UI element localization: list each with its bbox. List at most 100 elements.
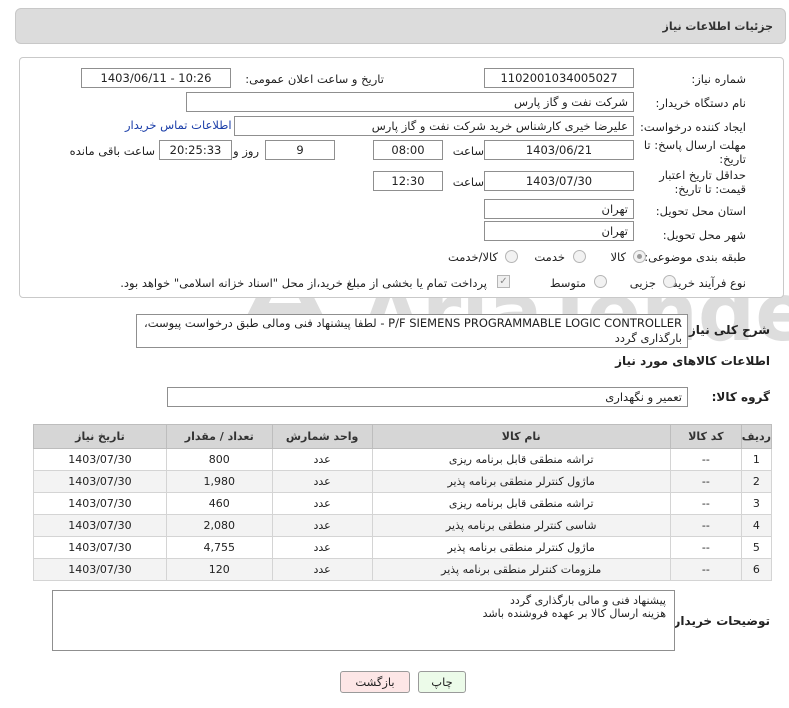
days-label: روز و xyxy=(233,144,259,158)
reply-time-label: ساعت xyxy=(452,144,484,158)
price-date-field: 1403/07/30 xyxy=(484,171,634,191)
buyer-notes-line-2: هزینه ارسال کالا بر عهده فروشنده باشد xyxy=(482,607,666,620)
category-option-service: خدمت xyxy=(534,250,565,264)
cell-quantity: 460 xyxy=(165,492,273,515)
table-row: 1 -- تراشه منطقی قابل برنامه ریزی عدد 80… xyxy=(33,448,773,471)
col-header-quantity: تعداد / مقدار xyxy=(165,424,273,449)
province-label: استان محل تحویل: xyxy=(655,204,746,218)
cell-date: 1403/07/30 xyxy=(33,514,167,537)
cell-code: -- xyxy=(669,558,742,581)
cell-date: 1403/07/30 xyxy=(33,492,167,515)
process-radio-medium[interactable] xyxy=(594,275,607,288)
buyer-org-label: نام دستگاه خریدار: xyxy=(655,96,746,110)
buyer-notes-line-1: پیشنهاد فنی و مالی بارگذاری گردد xyxy=(510,594,666,607)
announce-field: 1403/06/11 - 10:26 xyxy=(81,68,231,88)
goods-group-label: گروه کالا: xyxy=(711,390,770,404)
cell-date: 1403/07/30 xyxy=(33,558,167,581)
cell-row-number: 2 xyxy=(740,470,773,493)
category-label: طبقه بندی موضوعی: xyxy=(644,250,746,264)
province-field: تهران xyxy=(484,199,634,219)
col-header-name: نام کالا xyxy=(371,424,671,449)
table-row: 4 -- شاسی کنترلر منطقی برنامه پذیر عدد 2… xyxy=(33,514,773,537)
col-header-date: تاریخ نیاز xyxy=(33,424,167,449)
print-button[interactable]: چاپ xyxy=(418,671,466,693)
process-label: نوع فرآیند خرید : xyxy=(664,276,746,290)
treasury-payment-note: پرداخت تمام یا بخشی از مبلغ خرید،از محل … xyxy=(120,276,487,290)
cell-row-number: 3 xyxy=(740,492,773,515)
cell-unit: عدد xyxy=(271,470,373,493)
price-time-label: ساعت xyxy=(452,175,484,189)
need-number-field: 1102001034005027 xyxy=(484,68,634,88)
cell-row-number: 6 xyxy=(740,558,773,581)
cell-name: شاسی کنترلر منطقی برنامه پذیر xyxy=(371,514,671,537)
cell-name: تراشه منطقی قابل برنامه ریزی xyxy=(371,448,671,471)
category-radio-goods[interactable] xyxy=(633,250,646,263)
category-radio-service[interactable] xyxy=(573,250,586,263)
buyer-notes-box: پیشنهاد فنی و مالی بارگذاری گردد هزینه ا… xyxy=(52,590,675,651)
table-row: 5 -- ماژول کنترلر منطقی برنامه پذیر عدد … xyxy=(33,536,773,559)
cell-unit: عدد xyxy=(271,558,373,581)
cell-code: -- xyxy=(669,514,742,537)
price-validity-label: حداقل تاریخ اعتبار قیمت: تا تاریخ: xyxy=(659,168,746,196)
cell-row-number: 5 xyxy=(740,536,773,559)
need-number-label: شماره نیاز: xyxy=(691,72,746,86)
reply-date-field: 1403/06/21 xyxy=(484,140,634,160)
col-header-unit: واحد شمارش xyxy=(271,424,373,449)
cell-unit: عدد xyxy=(271,514,373,537)
buyer-contact-link[interactable]: اطلاعات تماس خریدار xyxy=(125,118,232,132)
goods-group-field: تعمیر و نگهداری xyxy=(167,387,688,407)
back-button[interactable]: بازگشت xyxy=(340,671,410,693)
process-option-minor: جزیی xyxy=(629,276,656,290)
cell-row-number: 1 xyxy=(740,448,773,471)
cell-name: ماژول کنترلر منطقی برنامه پذیر xyxy=(371,536,671,559)
cell-name: ماژول کنترلر منطقی برنامه پذیر xyxy=(371,470,671,493)
summary-label: شرح کلی نیاز: xyxy=(684,323,770,337)
cell-code: -- xyxy=(669,536,742,559)
cell-quantity: 800 xyxy=(165,448,273,471)
city-label: شهر محل تحویل: xyxy=(662,228,746,242)
cell-quantity: 1,980 xyxy=(165,470,273,493)
table-row: 2 -- ماژول کنترلر منطقی برنامه پذیر عدد … xyxy=(33,470,773,493)
cell-unit: عدد xyxy=(271,536,373,559)
announce-label: تاریخ و ساعت اعلان عمومی: xyxy=(245,72,384,86)
cell-unit: عدد xyxy=(271,492,373,515)
table-row: 3 -- تراشه منطقی قابل برنامه ریزی عدد 46… xyxy=(33,492,773,515)
table-header-row: ردیف کد کالا نام کالا واحد شمارش تعداد /… xyxy=(33,424,773,449)
price-time-field: 12:30 xyxy=(373,171,443,191)
remaining-time-label: ساعت باقی مانده xyxy=(69,144,155,158)
cell-quantity: 4,755 xyxy=(165,536,273,559)
cell-code: -- xyxy=(669,448,742,471)
process-radio-minor[interactable] xyxy=(663,275,676,288)
category-option-both: کالا/خدمت xyxy=(447,250,498,264)
requester-label: ایجاد کننده درخواست: xyxy=(640,120,746,134)
requester-field: علیرضا خیری کارشناس خرید شرکت نفت و گاز … xyxy=(234,116,634,136)
buyer-notes-label: توضیحات خریدار: xyxy=(668,614,770,628)
goods-section-title: اطلاعات کالاهای مورد نیاز xyxy=(615,354,770,368)
cell-unit: عدد xyxy=(271,448,373,471)
summary-field: P/F SIEMENS PROGRAMMABLE LOGIC CONTROLLE… xyxy=(136,314,688,348)
cell-date: 1403/07/30 xyxy=(33,470,167,493)
days-remaining-field: 9 xyxy=(265,140,335,160)
cell-date: 1403/07/30 xyxy=(33,536,167,559)
col-header-code: کد کالا xyxy=(669,424,742,449)
cell-name: ملزومات کنترلر منطقی برنامه پذیر xyxy=(371,558,671,581)
cell-quantity: 120 xyxy=(165,558,273,581)
cell-row-number: 4 xyxy=(740,514,773,537)
treasury-checkbox[interactable]: ✓ xyxy=(497,275,510,288)
buyer-org-field: شرکت نفت و گاز پارس xyxy=(186,92,634,112)
category-option-goods: کالا xyxy=(610,250,626,264)
category-radio-both[interactable] xyxy=(505,250,518,263)
cell-name: تراشه منطقی قابل برنامه ریزی xyxy=(371,492,671,515)
city-field: تهران xyxy=(484,221,634,241)
reply-time-field: 08:00 xyxy=(373,140,443,160)
reply-deadline-label: مهلت ارسال پاسخ: تا تاریخ: xyxy=(643,138,746,166)
process-option-medium: متوسط xyxy=(549,276,586,290)
cell-code: -- xyxy=(669,492,742,515)
cell-quantity: 2,080 xyxy=(165,514,273,537)
col-header-row-number: ردیف xyxy=(740,424,773,449)
table-row: 6 -- ملزومات کنترلر منطقی برنامه پذیر عد… xyxy=(33,558,773,581)
cell-code: -- xyxy=(669,470,742,493)
page-header: جزئیات اطلاعات نیاز xyxy=(15,8,786,44)
goods-table: ردیف کد کالا نام کالا واحد شمارش تعداد /… xyxy=(33,424,773,581)
remaining-time-field: 20:25:33 xyxy=(159,140,232,160)
